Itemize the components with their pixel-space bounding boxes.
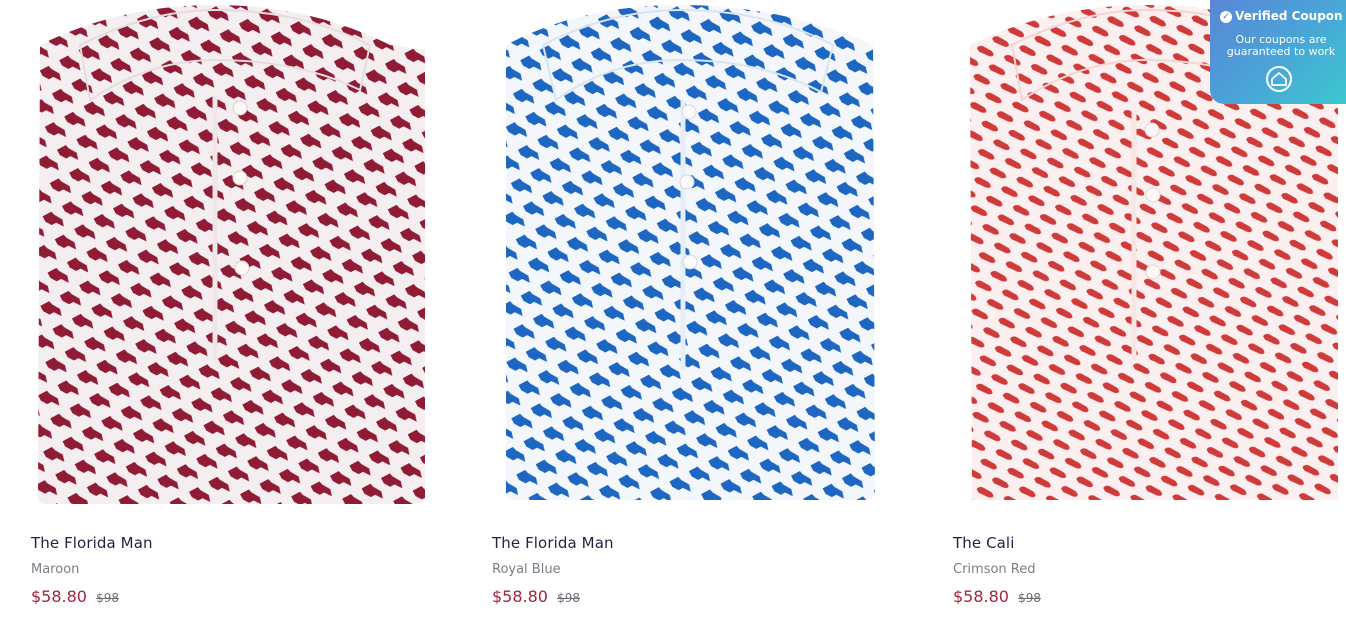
product-title[interactable]: The Florida Man bbox=[492, 534, 614, 552]
product-price: $58.80 $98 bbox=[31, 587, 119, 606]
verified-coupon-badge[interactable]: ✓ Verified Coupon Our coupons are guarant… bbox=[1210, 0, 1346, 104]
product-card[interactable]: The Florida Man Maroon $58.80 $98 bbox=[0, 0, 430, 632]
product-price: $58.80 $98 bbox=[492, 587, 580, 606]
polo-shirt-icon bbox=[38, 5, 425, 504]
check-circle-icon: ✓ bbox=[1220, 11, 1232, 23]
product-grid: The Florida Man Maroon $58.80 $98 The Fl… bbox=[0, 0, 1346, 632]
product-price: $58.80 $98 bbox=[953, 587, 1041, 606]
original-price: $98 bbox=[557, 591, 580, 605]
coupon-badge-title-row: ✓ Verified Coupon bbox=[1220, 9, 1343, 23]
product-image[interactable] bbox=[461, 0, 891, 505]
product-color: Maroon bbox=[31, 562, 80, 577]
product-color: Royal Blue bbox=[492, 562, 561, 577]
sale-price: $58.80 bbox=[953, 587, 1009, 606]
sale-price: $58.80 bbox=[31, 587, 87, 606]
product-card[interactable]: The Florida Man Royal Blue $58.80 $98 bbox=[461, 0, 891, 632]
product-title[interactable]: The Florida Man bbox=[31, 534, 153, 552]
product-color: Crimson Red bbox=[953, 562, 1036, 577]
original-price: $98 bbox=[1018, 591, 1041, 605]
coupon-logo-icon[interactable] bbox=[1266, 66, 1292, 92]
coupon-badge-title: Verified Coupon bbox=[1235, 9, 1343, 23]
original-price: $98 bbox=[96, 591, 119, 605]
polo-shirt-icon bbox=[506, 5, 875, 500]
sale-price: $58.80 bbox=[492, 587, 548, 606]
coupon-badge-subtitle: Our coupons are guaranteed to work bbox=[1226, 33, 1336, 58]
product-title[interactable]: The Cali bbox=[953, 534, 1014, 552]
product-image[interactable] bbox=[0, 0, 430, 505]
